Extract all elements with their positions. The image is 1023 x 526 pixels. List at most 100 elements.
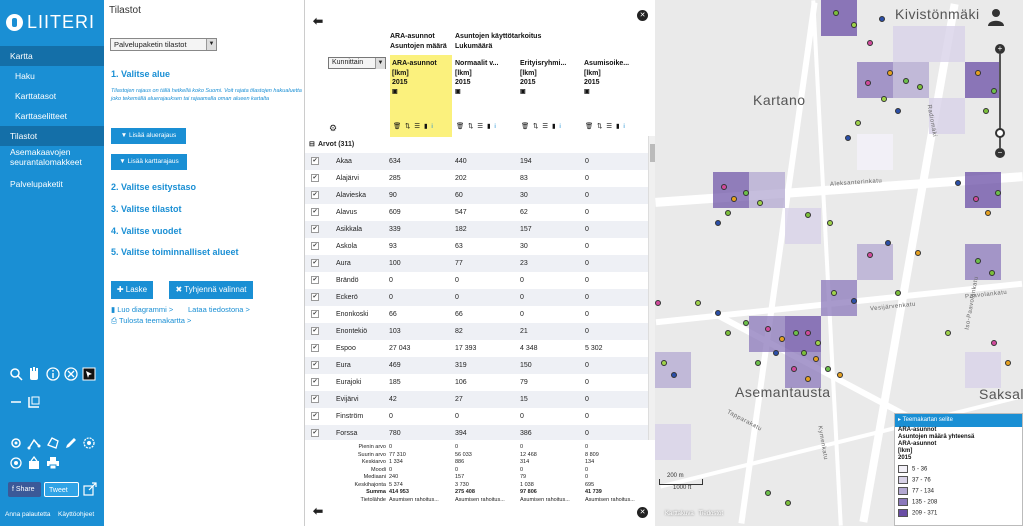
map-point[interactable] [757,200,763,206]
map-point[interactable] [851,22,857,28]
table-row[interactable]: ✔ Alajärvi 285 202 83 0 [305,170,648,187]
close-icon[interactable]: ✕ [637,507,648,518]
map-point[interactable] [805,212,811,218]
map-point[interactable] [825,366,831,372]
row-checkbox[interactable]: ✔ [311,276,319,284]
draw-point-icon[interactable] [9,436,23,450]
close-icon[interactable]: ✕ [637,10,648,21]
grid-cell[interactable] [749,172,785,208]
map-point[interactable] [881,96,887,102]
map-point[interactable] [837,372,843,378]
map-point[interactable] [917,84,923,90]
map-point[interactable] [715,220,721,226]
map-point[interactable] [661,360,667,366]
nav-asemakaavat[interactable]: Asemakaavojen seurantalomakkeet [0,147,104,167]
map-point[interactable] [887,70,893,76]
pan-hand-icon[interactable] [27,367,41,381]
map-point[interactable] [805,376,811,382]
draw-polygon-icon[interactable] [46,436,60,450]
map-point[interactable] [983,108,989,114]
row-checkbox[interactable]: ✔ [311,225,319,233]
row-checkbox[interactable]: ✔ [311,361,319,369]
map-point[interactable] [785,500,791,506]
table-row[interactable]: ✔ Espoo 27 043 17 393 4 348 5 302 [305,340,648,357]
map-point[interactable] [671,372,677,378]
map-point[interactable] [915,250,921,256]
share-link-icon[interactable] [83,482,97,496]
table-row[interactable]: ✔ Askola 93 63 30 0 [305,238,648,255]
print-thematic-map-link[interactable]: ⎙ Tulosta teemakartta > [111,316,191,326]
column-header-0[interactable]: ARA-asunnot [lkm] 2015 ▣ [392,59,437,97]
table-row[interactable]: ✔ Alavieska 90 60 30 0 [305,187,648,204]
map-point[interactable] [945,330,951,336]
nav-karttaselitteet[interactable]: Karttaselitteet [0,106,104,126]
grid-cell[interactable] [655,424,691,460]
table-row[interactable]: ✔ Evijärvi 42 27 15 0 [305,391,648,408]
map-point[interactable] [813,356,819,362]
column-tools-1[interactable]: 🗑 ⇅ ☰ ▮ i [456,122,497,130]
draw-line-icon[interactable] [27,436,41,450]
map-point[interactable] [855,120,861,126]
map-point[interactable] [765,490,771,496]
map-point[interactable] [973,196,979,202]
row-checkbox[interactable]: ✔ [311,429,319,437]
row-checkbox[interactable]: ✔ [311,344,319,352]
column-header-1[interactable]: Normaalit v... [lkm] 2015 ▣ [455,59,498,97]
table-row[interactable]: ✔ Enonkoski 66 66 0 0 [305,306,648,323]
map-point[interactable] [867,40,873,46]
step-2-level[interactable]: 2. Valitse esitystaso [111,182,196,192]
grid-cell[interactable] [965,352,1001,388]
map-point[interactable] [975,258,981,264]
add-area-button[interactable]: ▼ Lisää aluerajaus [111,128,186,144]
map-point[interactable] [731,196,737,202]
column-header-3[interactable]: Asumisoike... [lkm] 2015 ▣ [584,59,629,97]
nav-kartta[interactable]: Kartta [0,46,104,66]
map-point[interactable] [695,300,701,306]
map-point[interactable] [885,240,891,246]
grid-cell[interactable] [655,352,691,388]
map-point[interactable] [991,340,997,346]
save-view-icon[interactable] [27,456,41,470]
nav-palvelupaketit[interactable]: Palvelupaketit [0,174,104,194]
map-point[interactable] [879,16,885,22]
table-row[interactable]: ✔ Alavus 609 547 62 0 [305,204,648,221]
zoom-in-button[interactable]: + [995,44,1005,54]
add-map-area-button[interactable]: ▼ Lisää karttarajaus [111,154,187,170]
grid-cell[interactable] [821,0,857,36]
map-point[interactable] [995,190,1001,196]
measure-area-icon[interactable] [27,395,41,409]
row-checkbox[interactable]: ✔ [311,208,319,216]
guide-link[interactable]: Käyttöohjeet [58,511,94,518]
map-point[interactable] [755,360,761,366]
map-point[interactable] [975,70,981,76]
map-view[interactable]: Kivistönmäki Kartano Aleksanterinkatu As… [655,0,1023,526]
row-checkbox[interactable]: ✔ [311,259,319,267]
map-point[interactable] [895,290,901,296]
nav-tilastot[interactable]: Tilastot [0,126,104,146]
facebook-share-button[interactable]: f Share [8,482,41,497]
select-icon[interactable] [82,367,96,381]
map-point[interactable] [1005,360,1011,366]
collapse-icon[interactable]: ⊟ [309,136,315,153]
row-checkbox[interactable]: ✔ [311,191,319,199]
group-row[interactable]: ⊟ Arvot (311) [305,136,648,153]
grid-cell[interactable] [893,26,929,62]
row-checkbox[interactable]: ✔ [311,293,319,301]
package-select[interactable]: Palvelupaketin tilastot ▼ [110,38,217,51]
row-checkbox[interactable]: ✔ [311,242,319,250]
map-point[interactable] [985,210,991,216]
clear-icon[interactable] [64,367,78,381]
table-row[interactable]: ✔ Brändö 0 0 0 0 [305,272,648,289]
grid-cell[interactable] [857,244,893,280]
map-point[interactable] [791,366,797,372]
map-point[interactable] [895,108,901,114]
map-point[interactable] [805,330,811,336]
map-point[interactable] [955,180,961,186]
map-point[interactable] [715,310,721,316]
row-checkbox[interactable]: ✔ [311,378,319,386]
map-point[interactable] [903,78,909,84]
table-row[interactable]: ✔ Enontekiö 103 82 21 0 [305,323,648,340]
map-point[interactable] [865,80,871,86]
calculate-button[interactable]: ✚ Laske [111,281,153,299]
map-point[interactable] [721,184,727,190]
